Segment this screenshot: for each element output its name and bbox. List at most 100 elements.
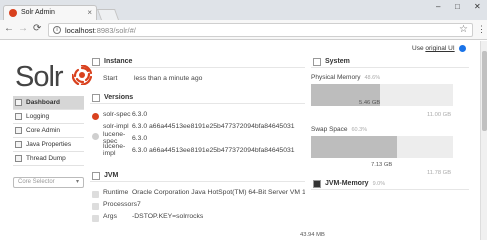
jvm-icon — [92, 171, 100, 180]
java-properties-icon — [15, 141, 22, 148]
sidebar-item-core-admin[interactable]: Core Admin — [13, 124, 84, 138]
sidebar-item-dashboard[interactable]: Dashboard — [13, 96, 84, 110]
minimize-icon[interactable]: – — [436, 2, 440, 11]
reload-icon[interactable]: ⟳ — [33, 23, 41, 34]
maximize-icon[interactable]: □ — [455, 2, 460, 11]
version-label: solr-spec — [103, 110, 131, 118]
version-row: solr-spec 6.3.0 — [90, 108, 305, 120]
solr-sun-icon — [72, 65, 92, 85]
solr-icon — [92, 112, 99, 120]
swap-space-total: 11.78 GB — [427, 170, 452, 176]
swap-space-percent: 60.3% — [351, 127, 368, 133]
jvm-memory-header: JVM-Memory 9.0% — [311, 178, 469, 190]
version-value: 6.3.0 a66a44513ee8191e25b477372094bfa846… — [132, 146, 295, 154]
instance-icon — [92, 57, 100, 66]
url-text: localhost:8983/solr/#/ — [65, 26, 136, 35]
runtime-icon — [92, 190, 99, 198]
system-header: System — [311, 56, 469, 68]
jvm-value: 7 — [137, 200, 141, 208]
swap-space-bar — [311, 136, 453, 158]
new-tab-button[interactable] — [96, 9, 120, 20]
jvm-value: Oracle Corporation Java HotSpot(TM) 64-B… — [132, 188, 305, 196]
jvm-memory-used: 43.94 MB — [300, 232, 325, 238]
bookmark-star-icon[interactable]: ☆ — [459, 24, 468, 35]
physical-memory-block: Physical Memory 48.6% 5.46 GB 11.00 GB — [311, 74, 469, 124]
browser-tab[interactable]: Solr Admin × — [3, 5, 97, 20]
version-row: lucene-impl 6.3.0 a66a44513ee8191e25b477… — [90, 143, 305, 157]
forward-icon[interactable]: → — [18, 23, 28, 34]
sidebar-item-label: Java Properties — [26, 141, 72, 148]
jvm-row: Args -DSTOP.KEY=solrrocks — [90, 210, 305, 222]
instance-title: Instance — [104, 58, 133, 65]
version-label: solr-impl — [103, 122, 129, 130]
url-host: localhost — [65, 26, 95, 35]
physical-memory-bar — [311, 84, 453, 106]
sidebar-item-java-properties[interactable]: Java Properties — [13, 138, 84, 152]
dashboard-left-column: Instance Start less than a minute ago Ve… — [90, 56, 305, 222]
jvm-label: Args — [103, 212, 117, 220]
solr-page: Use original UI Solr Dashboard Logging C… — [0, 41, 480, 240]
versions-icon — [92, 93, 100, 102]
url-input[interactable]: i localhost:8983/solr/#/ ☆ — [48, 23, 473, 37]
dashboard-right-column: System Physical Memory 48.6% 5.46 GB 11.0… — [311, 56, 469, 194]
sidebar-nav: Dashboard Logging Core Admin Java Proper… — [13, 96, 84, 166]
swap-space-used: 7.13 GB — [371, 162, 393, 168]
swap-space-fill — [311, 136, 397, 158]
versions-title: Versions — [104, 94, 134, 101]
lucene-icon — [92, 133, 99, 140]
jvm-row: Processors 7 — [90, 198, 305, 210]
dashboard-icon — [15, 99, 22, 106]
tab-close-icon[interactable]: × — [87, 8, 92, 17]
swap-space-block: Swap Space 60.3% 7.13 GB 11.78 GB — [311, 126, 469, 178]
sidebar-item-logging[interactable]: Logging — [13, 110, 84, 124]
jvm-row: Runtime Oracle Corporation Java HotSpot(… — [90, 186, 305, 198]
version-label: lucene-impl — [103, 143, 126, 157]
system-icon — [313, 57, 321, 66]
core-selector[interactable]: Core Selector ▾ — [13, 177, 84, 188]
use-ui-prefix: Use — [412, 45, 426, 52]
instance-header: Instance — [90, 56, 305, 68]
use-original-ui: Use original UI — [412, 45, 455, 52]
logo-text: Solr — [15, 61, 64, 93]
browser-titlebar: Solr Admin × – □ ✕ — [0, 0, 487, 20]
processors-icon — [92, 202, 99, 210]
jvm-value: -DSTOP.KEY=solrrocks — [132, 212, 204, 220]
core-admin-icon — [15, 127, 22, 134]
args-icon — [92, 214, 99, 222]
solr-logo[interactable]: Solr — [15, 61, 92, 94]
physical-memory-total: 11.00 GB — [427, 112, 452, 118]
jvm-title: JVM — [104, 172, 119, 179]
chevron-down-icon: ▾ — [75, 179, 79, 185]
sidebar-item-label: Thread Dump — [26, 155, 66, 162]
sidebar-item-thread-dump[interactable]: Thread Dump — [13, 152, 84, 166]
version-value: 6.3.0 — [132, 134, 148, 142]
page-scrollbar[interactable] — [480, 41, 487, 240]
jvm-memory-title: JVM-Memory — [325, 180, 369, 187]
jvm-header: JVM — [90, 170, 305, 182]
logging-icon — [15, 113, 22, 120]
version-value: 6.3.0 a66a44513ee8191e25b477372094bfa846… — [132, 122, 295, 130]
physical-memory-percent: 48.6% — [364, 75, 381, 81]
scrollbar-thumb[interactable] — [482, 51, 487, 131]
close-window-icon[interactable]: ✕ — [474, 2, 481, 11]
tab-title: Solr Admin — [21, 9, 55, 16]
browser-menu-icon[interactable]: ⋮ — [477, 24, 486, 35]
solr-favicon-icon — [9, 9, 17, 17]
url-path: :8983/solr/#/ — [94, 26, 136, 35]
address-bar: ← → ⟳ i localhost:8983/solr/#/ ☆ ⋮ — [0, 20, 487, 40]
original-ui-link[interactable]: original UI — [425, 45, 454, 52]
core-selector-placeholder: Core Selector — [18, 179, 55, 185]
back-icon[interactable]: ← — [4, 23, 14, 34]
site-info-icon[interactable]: i — [53, 26, 61, 34]
physical-memory-label: Physical Memory — [311, 74, 361, 81]
jvm-label: Processors — [103, 200, 137, 208]
versions-header: Versions — [90, 92, 305, 104]
physical-memory-used: 5.46 GB — [359, 100, 381, 106]
instance-start-row: Start less than a minute ago — [90, 72, 305, 84]
sidebar-item-label: Logging — [26, 113, 50, 120]
sidebar-item-label: Dashboard — [26, 99, 60, 106]
start-value: less than a minute ago — [134, 74, 203, 82]
thread-dump-icon — [15, 155, 22, 162]
help-icon[interactable] — [459, 45, 466, 52]
jvm-memory-percent: 9.0% — [372, 180, 386, 187]
